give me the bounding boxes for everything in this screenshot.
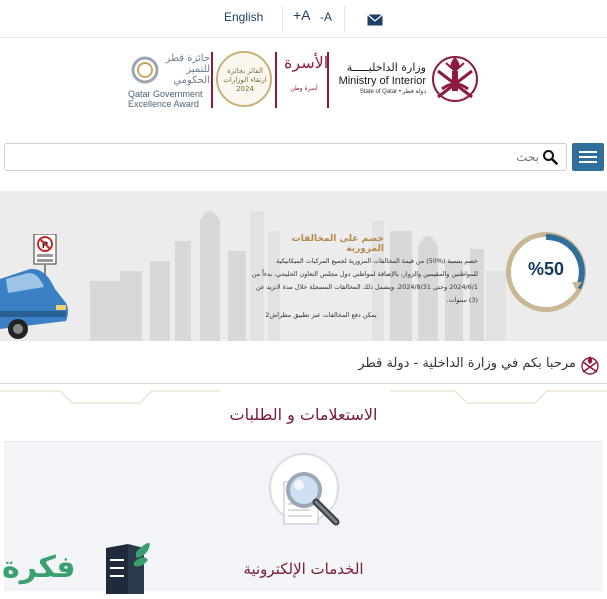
divider <box>211 52 213 108</box>
welcome-text: مرحبا بكم في وزارة الداخلية - دولة قطر <box>358 356 576 371</box>
search-row <box>0 140 607 174</box>
font-decrease-button[interactable]: -A <box>320 10 332 24</box>
qatar-emblem-icon[interactable] <box>428 49 482 107</box>
ministries-award-badge[interactable]: الفائز بجائزة ارتقاء الوزارات 2024 <box>216 51 272 107</box>
moi-arabic-name: وزارة الداخليـــــة <box>346 61 426 74</box>
logo-bar: جائزة قطر للتميز الحكومي Qatar Governmen… <box>0 39 607 135</box>
excellence-line-2: Excellence Award <box>128 99 199 109</box>
discount-circle: %50 <box>506 232 586 312</box>
divider <box>275 52 277 108</box>
search-box <box>4 143 567 171</box>
menu-line <box>579 151 597 153</box>
watermark-text: فكرة <box>2 550 76 585</box>
excellence-award-arabic: جائزة قطر للتميز الحكومي <box>165 53 210 86</box>
excellence-award-logo[interactable]: جائزة قطر للتميز الحكومي Qatar Governmen… <box>128 53 210 109</box>
divider <box>327 52 329 108</box>
excellence-line-1: Qatar Government <box>128 89 203 99</box>
language-link[interactable]: English <box>224 10 263 24</box>
excellence-award-english: Qatar Government Excellence Award <box>128 89 203 109</box>
search-icon[interactable] <box>542 149 558 169</box>
banner-body: خصم بنسبة (%50) من قيمة المخالفات المرور… <box>251 257 478 304</box>
traffic-discount-banner[interactable]: P خصم على المخالفات المرورية خصم بنسبة (… <box>0 191 607 341</box>
discount-percent: %50 <box>527 259 565 279</box>
badge-text: الفائز بجائزة ارتقاء الوزارات 2024 <box>222 67 268 94</box>
divider <box>344 6 345 32</box>
mail-icon[interactable] <box>367 11 383 30</box>
moi-title[interactable]: وزارة الداخليـــــة Ministry of Interior… <box>330 61 426 95</box>
magnifier-document-icon <box>266 452 346 536</box>
menu-line <box>579 156 597 158</box>
moi-english-name: Ministry of Interior <box>338 75 426 87</box>
fikra-watermark: فكرة <box>2 536 154 596</box>
welcome-bar: مرحبا بكم في وزارة الداخلية - دولة قطر <box>0 342 607 384</box>
divider <box>282 6 283 32</box>
excellence-ring-icon <box>131 56 159 84</box>
moi-state: State of Qatar • دولة قطر <box>359 89 426 95</box>
book-leaf-icon <box>100 538 152 599</box>
usra-subtitle: أسرة وطن <box>290 85 318 92</box>
top-bar: English +A -A <box>0 0 607 38</box>
search-input[interactable] <box>11 148 539 166</box>
hamburger-menu-button[interactable] <box>572 143 604 171</box>
usra-name: الأسرة <box>284 53 329 72</box>
banner-title: خصم على المخالفات المرورية <box>291 234 384 254</box>
inquiries-title: الاستعلامات و الطلبات <box>229 405 378 424</box>
badge-year: 2024 <box>236 85 254 93</box>
menu-line <box>579 161 597 163</box>
badge-caption: الفائز بجائزة ارتقاء الوزارات <box>223 67 267 84</box>
banner-app-link[interactable]: يمكن دفع المخالفات عبر تطبيق مطراش2 <box>248 311 394 319</box>
car-icon <box>0 259 70 341</box>
qatar-emblem-small-icon <box>580 354 600 380</box>
usra-logo[interactable]: الأسرة أسرة وطن <box>280 49 329 109</box>
font-increase-button[interactable]: +A <box>293 7 311 23</box>
page: English +A -A جائزة قطر للتميز الحكومي Q… <box>0 0 607 599</box>
